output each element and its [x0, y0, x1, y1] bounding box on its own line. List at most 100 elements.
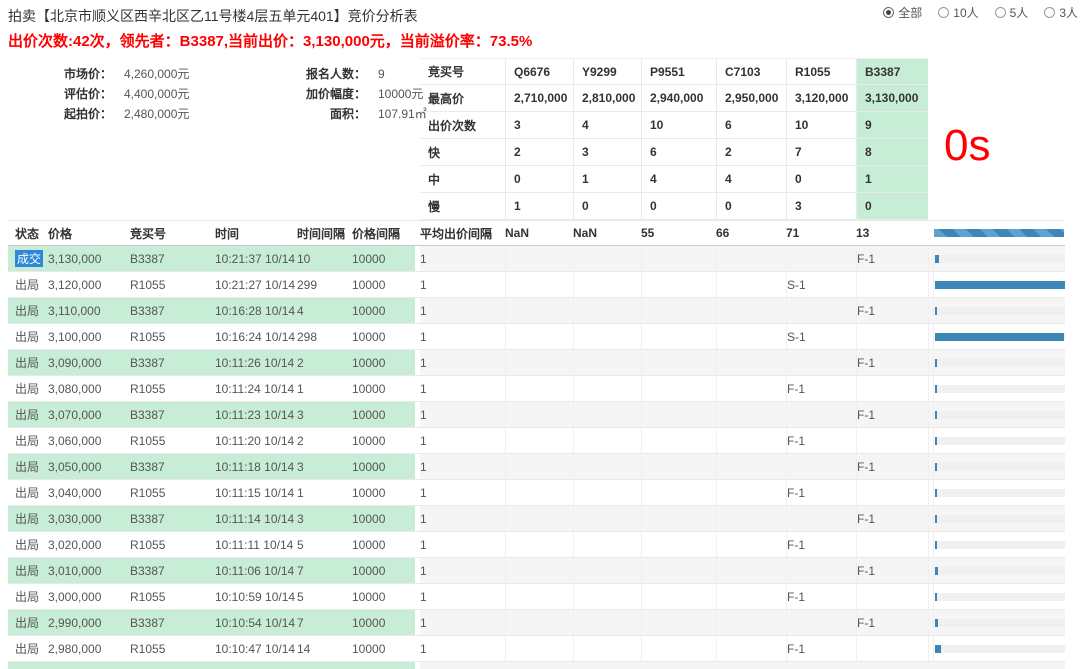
- cell-time-interval: 2: [297, 350, 352, 375]
- interval-bar: [935, 567, 938, 575]
- cell-empty: [573, 610, 641, 635]
- pad: [8, 246, 15, 271]
- cell-empty: [786, 298, 856, 323]
- filter-radio-3[interactable]: 3人: [1044, 4, 1078, 21]
- cell-time: 10:11:23 10/14: [215, 402, 297, 427]
- stats-row-label: 慢: [420, 193, 505, 220]
- filter-radio-0[interactable]: 全部: [883, 4, 922, 21]
- cell-count: 1: [420, 376, 505, 401]
- cell-bar: [933, 558, 1065, 583]
- stats-bidder-P9551: P9551: [641, 58, 716, 85]
- cell-empty: [641, 324, 716, 349]
- cell-empty: [505, 610, 573, 635]
- stats-row-label: 出价次数: [420, 112, 505, 139]
- cell-time: 10:11:24 10/14: [215, 376, 297, 401]
- cell-empty: [505, 558, 573, 583]
- radio-label: 10人: [953, 4, 978, 21]
- cell-empty: [716, 584, 786, 609]
- stats-value: 1: [505, 193, 573, 220]
- filter-radio-2[interactable]: 5人: [995, 4, 1029, 21]
- stats-value: 0: [573, 193, 641, 220]
- bid-row: 出局3,010,000B338710:11:06 10/147100001F-1: [8, 558, 1065, 584]
- cell-time: 10:16:24 10/14: [215, 324, 297, 349]
- bid-row: 出局3,080,000R105510:11:24 10/141100001F-1: [8, 376, 1065, 402]
- pad: [8, 636, 15, 661]
- cell-bidder: B3387: [130, 506, 215, 531]
- cell-price-interval: 10000: [352, 610, 415, 635]
- bar-track: [935, 593, 1065, 601]
- cell-empty: [716, 402, 786, 427]
- cell-empty: [716, 428, 786, 453]
- cell-empty: [573, 480, 641, 505]
- cell-time-interval: 5: [297, 532, 352, 557]
- interval-bar: [935, 437, 937, 445]
- cell-empty: [505, 636, 573, 661]
- cell-empty: [716, 506, 786, 531]
- cell-empty: [856, 272, 928, 297]
- cell-price-interval: 10000: [352, 324, 415, 349]
- cell-empty: [573, 428, 641, 453]
- cell-bidder: R1055: [130, 324, 215, 349]
- cell-price: 3,030,000: [48, 506, 130, 531]
- interval-bar: [935, 255, 939, 263]
- cell-bar: [933, 454, 1065, 479]
- avg-interval-value: 66: [716, 221, 786, 245]
- stats-value: 9: [856, 112, 928, 139]
- cell-empty: [505, 506, 573, 531]
- stats-value: 10: [641, 112, 716, 139]
- cell-empty: [716, 558, 786, 583]
- stats-row-label: 最高价: [420, 85, 505, 112]
- cell-price: 3,060,000: [48, 428, 130, 453]
- cell-speed-label: F-1: [786, 532, 856, 557]
- cell-empty: [505, 428, 573, 453]
- cell-bar: [933, 506, 1065, 531]
- cell-empty: [505, 402, 573, 427]
- pad: [8, 532, 15, 557]
- cell-count: 1: [420, 636, 505, 661]
- cell-time: 10:11:26 10/14: [215, 350, 297, 375]
- radio-icon: [995, 7, 1006, 18]
- stats-value: 2: [505, 139, 573, 166]
- filter-radio-1[interactable]: 10人: [938, 4, 978, 21]
- cell-status: 出局: [15, 272, 48, 297]
- interval-bar: [935, 385, 937, 393]
- info-value: 2,480,000元: [112, 104, 234, 124]
- bid-row: 出局3,070,000B338710:11:23 10/143100001F-1: [8, 402, 1065, 428]
- cell-empty: [786, 558, 856, 583]
- bid-row: 出局3,110,000B338710:16:28 10/144100001F-1: [8, 298, 1065, 324]
- stats-row: 慢100030: [420, 193, 928, 220]
- info-label: 面积：: [294, 104, 366, 124]
- info-label: 起拍价：: [40, 104, 112, 124]
- cell-time-interval: 7: [297, 558, 352, 583]
- bids-header-row: 状态价格竞买号时间时间间隔价格间隔平均出价间隔NaNNaN55667113: [8, 220, 1065, 246]
- interval-bar: [935, 541, 937, 549]
- cell-empty: [856, 636, 928, 661]
- pad: [8, 272, 15, 297]
- cell-empty: [505, 376, 573, 401]
- bar-track: [935, 281, 1065, 289]
- cell-empty: [573, 532, 641, 557]
- cell-bidder: B3387: [130, 402, 215, 427]
- stats-value: 3: [786, 193, 856, 220]
- cell-empty: [641, 506, 716, 531]
- stats-value: 3,130,000: [856, 85, 928, 112]
- cell-time-interval: 2: [297, 428, 352, 453]
- cell-price: 3,040,000: [48, 480, 130, 505]
- stats-bidder-Y9299: Y9299: [573, 58, 641, 85]
- cell-empty: [505, 324, 573, 349]
- interval-bar: [935, 619, 938, 627]
- cell-empty: [573, 272, 641, 297]
- cell-status: 出局: [15, 532, 48, 557]
- stats-value: 0: [856, 193, 928, 220]
- cell-time-interval: 1: [297, 480, 352, 505]
- stats-bidder-C7103: C7103: [716, 58, 786, 85]
- cell-price-interval: 10000: [352, 506, 415, 531]
- cell-speed-label: F-1: [856, 558, 928, 583]
- cell-speed-label: F-1: [856, 298, 928, 323]
- cell-price-interval: 10000: [352, 246, 415, 271]
- stats-row: 快236278: [420, 139, 928, 166]
- cell-count: 1: [420, 402, 505, 427]
- stats-corner-label: 竞买号: [420, 58, 505, 85]
- cell-empty: [573, 584, 641, 609]
- avg-interval-label: 平均出价间隔: [420, 221, 505, 245]
